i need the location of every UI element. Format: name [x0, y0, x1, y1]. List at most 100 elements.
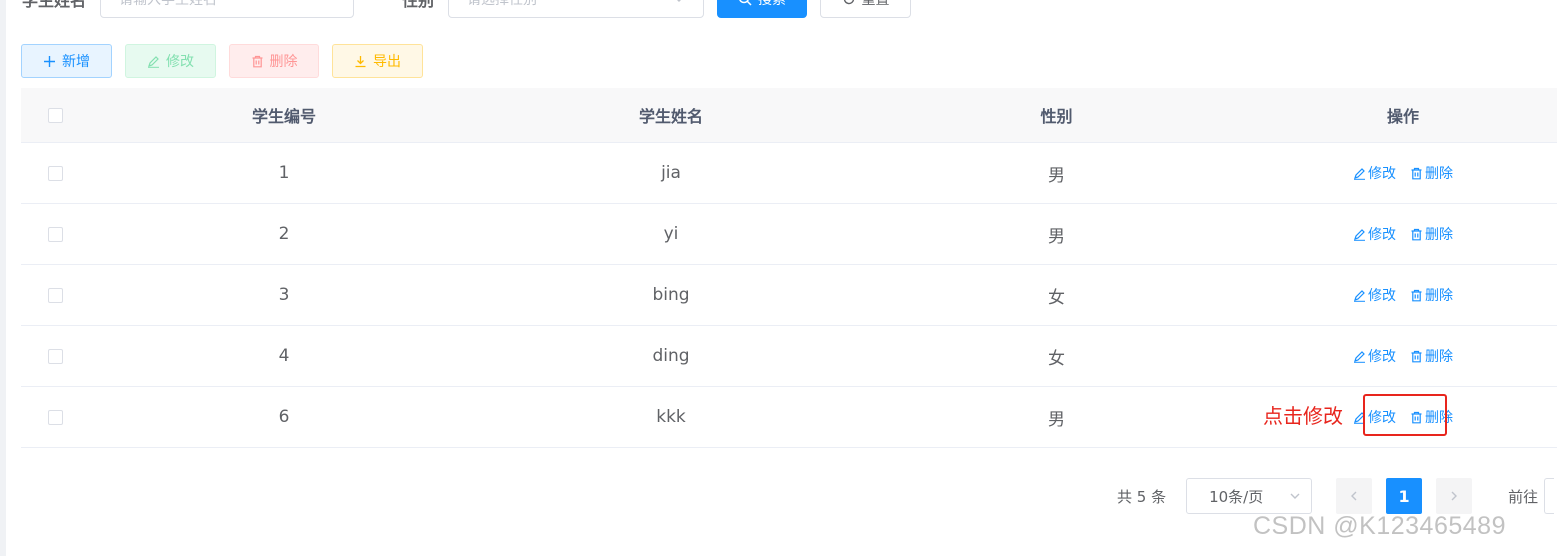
edit-button-label: 修改: [166, 54, 194, 70]
row-edit-label: 修改: [1368, 227, 1396, 243]
table-row: 4 ding 女 修改 删除: [21, 326, 1557, 387]
prev-page-button[interactable]: [1336, 478, 1373, 514]
add-button-label: 新增: [62, 54, 90, 70]
reset-button[interactable]: 重置: [820, 0, 912, 18]
cell-student-name: kkk: [656, 407, 686, 427]
download-icon: [354, 55, 367, 68]
cell-gender: 女: [1048, 287, 1065, 308]
chevron-right-icon: [1448, 490, 1460, 502]
reset-button-label: 重置: [861, 0, 890, 8]
row-checkbox-cell: [21, 165, 90, 181]
student-name-label: 学生姓名: [22, 0, 87, 10]
row-delete-label: 删除: [1425, 166, 1453, 182]
chevron-down-icon: [1289, 490, 1301, 502]
gender-placeholder: 请选择性别: [467, 0, 538, 8]
row-edit-link[interactable]: 修改: [1353, 285, 1396, 305]
header-student-id[interactable]: 学生编号: [90, 103, 478, 127]
table-row: 2 yi 男 修改 删除: [21, 204, 1557, 265]
row-delete-label: 删除: [1425, 349, 1453, 365]
row-delete-link[interactable]: 删除: [1410, 163, 1453, 183]
row-checkbox-cell: [21, 226, 90, 242]
cell-student-id: 3: [278, 285, 290, 305]
annotation-text: 点击修改: [1263, 404, 1343, 428]
delete-button[interactable]: 删除: [229, 44, 319, 78]
row-checkbox[interactable]: [48, 165, 63, 181]
cell-gender: 男: [1048, 226, 1065, 247]
row-edit-label: 修改: [1368, 166, 1396, 182]
cell-operations: 修改 删除: [1249, 346, 1557, 366]
row-edit-label: 修改: [1368, 288, 1396, 304]
cell-operations: 修改 删除: [1249, 163, 1557, 183]
student-name-input[interactable]: 请输入学生姓名: [100, 0, 355, 18]
edit-icon: [147, 55, 160, 68]
row-checkbox[interactable]: [48, 348, 63, 364]
export-button-label: 导出: [373, 54, 401, 70]
chevron-down-icon: [673, 0, 685, 5]
cell-gender: 女: [1048, 348, 1065, 369]
pagination-total: 共 5 条: [1117, 487, 1167, 506]
cell-student-name: bing: [652, 285, 690, 305]
gender-label: 性别: [402, 0, 435, 10]
chevron-left-icon: [1348, 490, 1360, 502]
edit-icon: [1353, 350, 1366, 363]
page-size-select[interactable]: 10条/页: [1186, 478, 1313, 514]
cell-student-id: 6: [278, 407, 290, 427]
table-row: 1 jia 男 修改 删除: [21, 143, 1557, 204]
toolbar: 新增 修改 删除 导出: [21, 44, 423, 78]
row-edit-link[interactable]: 修改: [1353, 163, 1396, 183]
edit-icon: [1353, 289, 1366, 302]
next-page-button[interactable]: [1436, 478, 1473, 514]
row-edit-link[interactable]: 修改: [1353, 346, 1396, 366]
left-border: [0, 0, 6, 556]
search-button-label: 搜索: [758, 0, 787, 8]
cell-student-id: 4: [278, 346, 290, 366]
page-size-value: 10条/页: [1209, 487, 1264, 506]
page-number-current[interactable]: 1: [1386, 478, 1423, 514]
row-delete-label: 删除: [1425, 227, 1453, 243]
table-row: 3 bing 女 修改 删除: [21, 265, 1557, 326]
cell-gender: 男: [1048, 409, 1065, 430]
goto-page-input[interactable]: [1544, 478, 1555, 514]
edit-button[interactable]: 修改: [125, 44, 216, 78]
student-name-placeholder: 请输入学生姓名: [119, 0, 218, 8]
cell-student-name: jia: [661, 163, 681, 183]
header-gender[interactable]: 性别: [864, 103, 1249, 127]
search-button[interactable]: 搜索: [717, 0, 808, 18]
student-table: 学生编号 学生姓名 性别 操作 1 jia 男 修改 删除 2 yi 男 修改 …: [21, 88, 1557, 448]
row-checkbox[interactable]: [48, 226, 63, 242]
table-header: 学生编号 学生姓名 性别 操作: [21, 88, 1557, 143]
pagination: 共 5 条 10条/页 1 前往: [1117, 478, 1555, 514]
edit-icon: [1353, 167, 1366, 180]
gender-select[interactable]: 请选择性别: [448, 0, 705, 18]
row-delete-link[interactable]: 删除: [1410, 224, 1453, 244]
header-student-name[interactable]: 学生姓名: [478, 103, 864, 127]
watermark: CSDN @K123465489: [1253, 512, 1506, 540]
plus-icon: [43, 55, 56, 68]
row-edit-link[interactable]: 修改: [1353, 224, 1396, 244]
row-edit-label: 修改: [1368, 349, 1396, 365]
refresh-icon: [842, 0, 856, 6]
header-operations: 操作: [1386, 107, 1419, 126]
row-checkbox[interactable]: [48, 409, 63, 425]
cell-gender: 男: [1048, 165, 1065, 186]
row-delete-link[interactable]: 删除: [1410, 346, 1453, 366]
trash-icon: [1410, 228, 1423, 241]
trash-icon: [1410, 289, 1423, 302]
row-delete-label: 删除: [1425, 288, 1453, 304]
export-button[interactable]: 导出: [332, 44, 423, 78]
row-checkbox-cell: [21, 287, 90, 303]
header-checkbox-cell: [21, 107, 90, 123]
select-all-checkbox[interactable]: [48, 107, 63, 123]
search-form: 学生姓名 请输入学生姓名 性别 请选择性别 搜索 重置: [22, 0, 912, 20]
trash-icon: [1410, 167, 1423, 180]
row-checkbox-cell: [21, 409, 90, 425]
delete-button-label: 删除: [269, 54, 298, 70]
cell-student-id: 1: [278, 163, 290, 183]
row-delete-link[interactable]: 删除: [1410, 285, 1453, 305]
cell-student-name: ding: [652, 346, 690, 366]
add-button[interactable]: 新增: [21, 44, 112, 78]
row-checkbox[interactable]: [48, 287, 63, 303]
page: 学生姓名 请输入学生姓名 性别 请选择性别 搜索 重置 新增 修改 删除 导出 …: [0, 0, 1557, 556]
search-icon: [738, 0, 752, 6]
trash-icon: [251, 55, 264, 68]
